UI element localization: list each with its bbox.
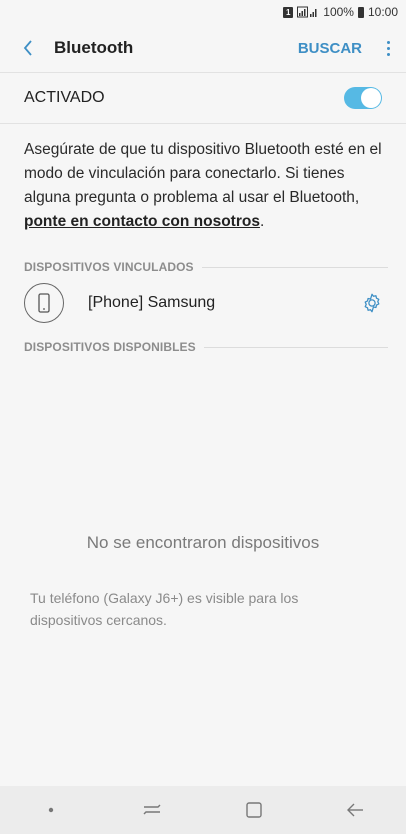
phone-icon bbox=[24, 283, 64, 323]
device-settings-button[interactable] bbox=[360, 291, 384, 315]
switch-knob bbox=[361, 88, 381, 108]
navigation-bar bbox=[0, 786, 406, 834]
battery-icon bbox=[357, 6, 364, 18]
recents-icon[interactable] bbox=[132, 795, 172, 825]
device-name: [Phone] Samsung bbox=[88, 294, 216, 311]
visibility-text: Tu teléfono (Galaxy J6+) es visible para… bbox=[30, 590, 299, 628]
info-text: Asegúrate de que tu dispositivo Bluetoot… bbox=[0, 124, 406, 234]
available-devices-header: DISPOSITIVOS DISPONIBLES bbox=[0, 340, 406, 354]
chevron-left-icon bbox=[23, 40, 32, 56]
section-line bbox=[203, 346, 388, 348]
section-line bbox=[201, 266, 388, 268]
bluetooth-switch[interactable] bbox=[344, 87, 382, 109]
back-icon[interactable] bbox=[335, 795, 375, 825]
gear-icon bbox=[364, 293, 380, 313]
bluetooth-toggle-row[interactable]: ACTIVADO bbox=[0, 73, 406, 123]
section-title: DISPOSITIVOS DISPONIBLES bbox=[24, 340, 196, 354]
contact-us-link[interactable]: ponte en contacto con nosotros bbox=[24, 213, 260, 230]
empty-state-text: No se encontraron dispositivos bbox=[86, 533, 320, 552]
clock: 10:00 bbox=[367, 5, 398, 19]
app-bar: Bluetooth BUSCAR bbox=[0, 24, 406, 72]
more-dot bbox=[386, 40, 390, 44]
section-title: DISPOSITIVOS VINCULADOS bbox=[24, 260, 194, 274]
dot-icon[interactable] bbox=[31, 795, 71, 825]
more-dot bbox=[386, 52, 390, 56]
phone-glyph bbox=[38, 293, 50, 313]
home-icon[interactable] bbox=[234, 795, 274, 825]
paired-device-row[interactable]: [Phone] Samsung bbox=[0, 274, 406, 332]
info-body: Asegúrate de que tu dispositivo Bluetoot… bbox=[24, 141, 382, 206]
paired-devices-header: DISPOSITIVOS VINCULADOS bbox=[0, 260, 406, 274]
back-button[interactable] bbox=[18, 38, 38, 58]
search-button[interactable]: BUSCAR bbox=[298, 40, 362, 57]
info-end: . bbox=[259, 213, 265, 230]
battery-percent: 100% bbox=[323, 5, 354, 19]
sim-icon: 1 bbox=[283, 6, 294, 18]
page-title: Bluetooth bbox=[54, 38, 134, 57]
toggle-label: ACTIVADO bbox=[24, 89, 105, 106]
signal-icon bbox=[297, 6, 317, 18]
status-bar: 1 100% 10:00 bbox=[0, 0, 406, 24]
more-options-button[interactable] bbox=[380, 37, 396, 60]
more-dot bbox=[386, 46, 390, 50]
